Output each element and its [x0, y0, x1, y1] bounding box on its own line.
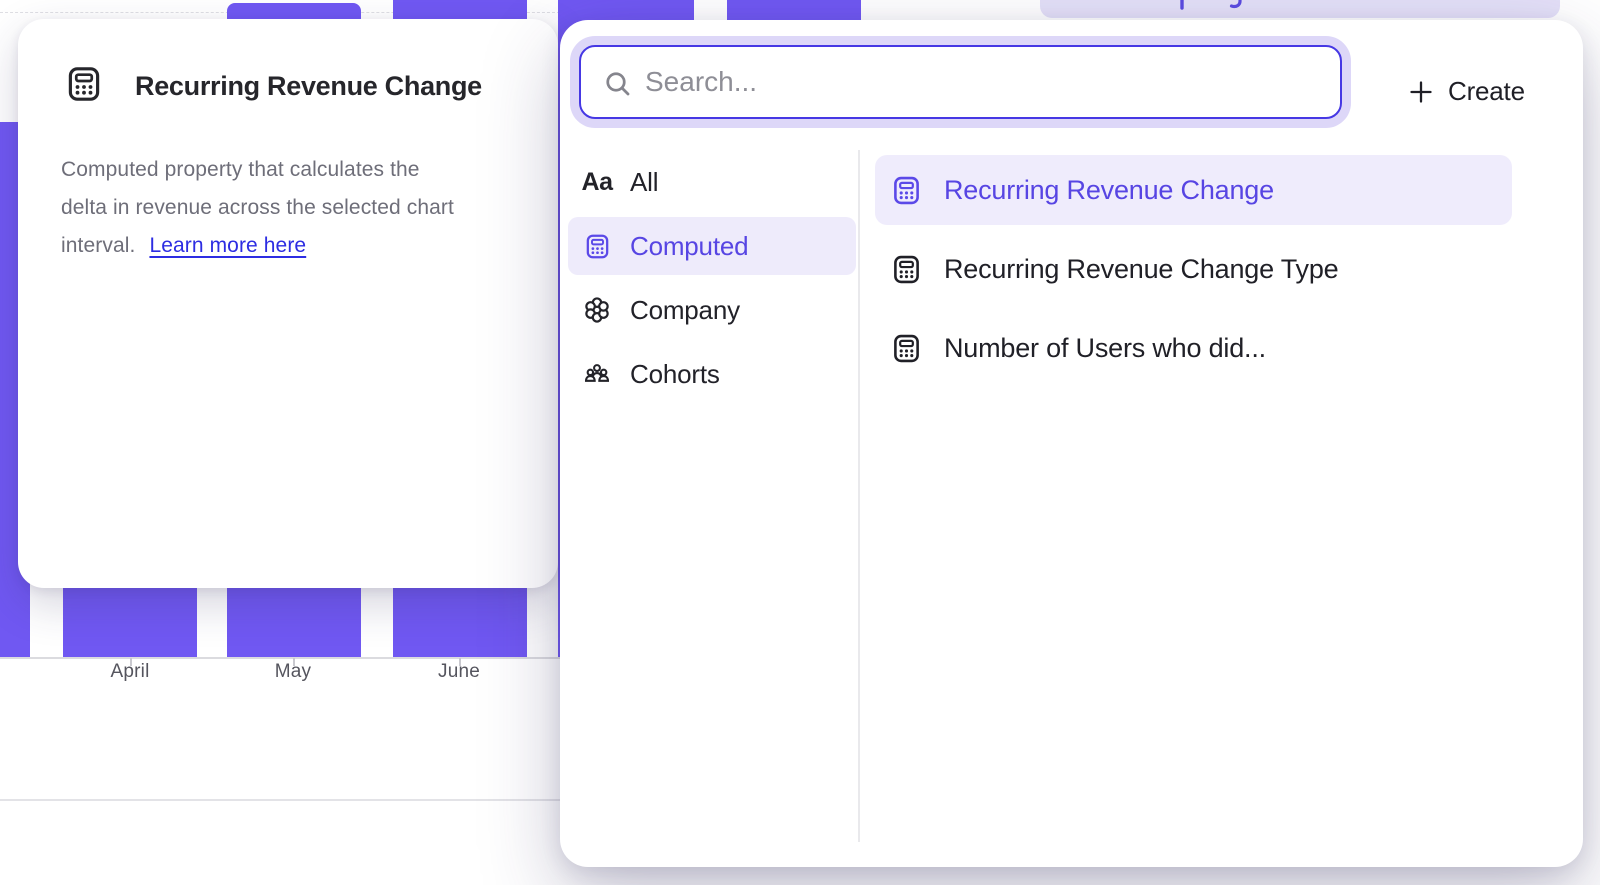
result-label: Recurring Revenue Change Type: [944, 254, 1338, 285]
result-label: Number of Users who did...: [944, 333, 1266, 364]
filter-item-cohorts[interactable]: Cohorts: [568, 345, 856, 403]
filter-label: Cohorts: [630, 359, 720, 390]
calculator-icon: [65, 65, 103, 108]
plus-icon: [1408, 79, 1434, 105]
results-divider: [858, 150, 860, 842]
calculator-icon: [582, 233, 612, 260]
description-line: Computed property that calculates the: [61, 151, 454, 189]
description-line: interval.: [61, 234, 135, 257]
description-line-with-link: interval. Learn more here: [61, 227, 454, 265]
property-tooltip-card: Recurring Revenue Change Computed proper…: [18, 19, 558, 588]
clipped-text-fragment: [1170, 0, 1290, 12]
cohorts-icon: [582, 360, 612, 388]
calculator-icon: [891, 254, 922, 285]
create-button-label: Create: [1448, 76, 1525, 107]
x-axis-label-june: June: [438, 661, 480, 683]
section-divider-line: [0, 799, 560, 801]
x-axis-line: [0, 657, 560, 659]
company-cluster-icon: [582, 296, 612, 324]
result-list: Recurring Revenue Change Recurring Reven…: [875, 155, 1512, 392]
create-button[interactable]: Create: [1408, 76, 1525, 107]
result-item-recurring-revenue-change[interactable]: Recurring Revenue Change: [875, 155, 1512, 225]
filter-item-all[interactable]: Aa All: [568, 153, 856, 211]
query-pill-clipped[interactable]: [1040, 0, 1560, 18]
search-input[interactable]: [645, 47, 1325, 117]
tooltip-description: Computed property that calculates the de…: [61, 151, 454, 265]
calculator-icon: [891, 175, 922, 206]
filter-label: Computed: [630, 231, 748, 262]
property-picker-panel: Create Aa All Computed: [560, 20, 1583, 867]
app-screen: April May June Recurring Revenue Change …: [0, 0, 1600, 885]
x-axis-label-may: May: [275, 661, 312, 683]
result-item-recurring-revenue-change-type[interactable]: Recurring Revenue Change Type: [875, 234, 1512, 304]
tooltip-header: Recurring Revenue Change: [65, 65, 482, 108]
description-line: delta in revenue across the selected cha…: [61, 189, 454, 227]
search-icon: [603, 69, 633, 104]
filter-list: Aa All Computed: [568, 153, 856, 409]
filter-item-computed[interactable]: Computed: [568, 217, 856, 275]
result-item-number-of-users[interactable]: Number of Users who did...: [875, 313, 1512, 383]
search-box: [579, 45, 1342, 119]
calculator-icon: [891, 333, 922, 364]
filter-item-company[interactable]: Company: [568, 281, 856, 339]
learn-more-link[interactable]: Learn more here: [149, 234, 306, 257]
result-label: Recurring Revenue Change: [944, 175, 1274, 206]
x-axis-label-april: April: [110, 661, 149, 683]
filter-label: Company: [630, 295, 740, 326]
filter-label: All: [630, 167, 658, 198]
text-format-icon: Aa: [582, 168, 612, 197]
tooltip-title: Recurring Revenue Change: [135, 71, 482, 102]
